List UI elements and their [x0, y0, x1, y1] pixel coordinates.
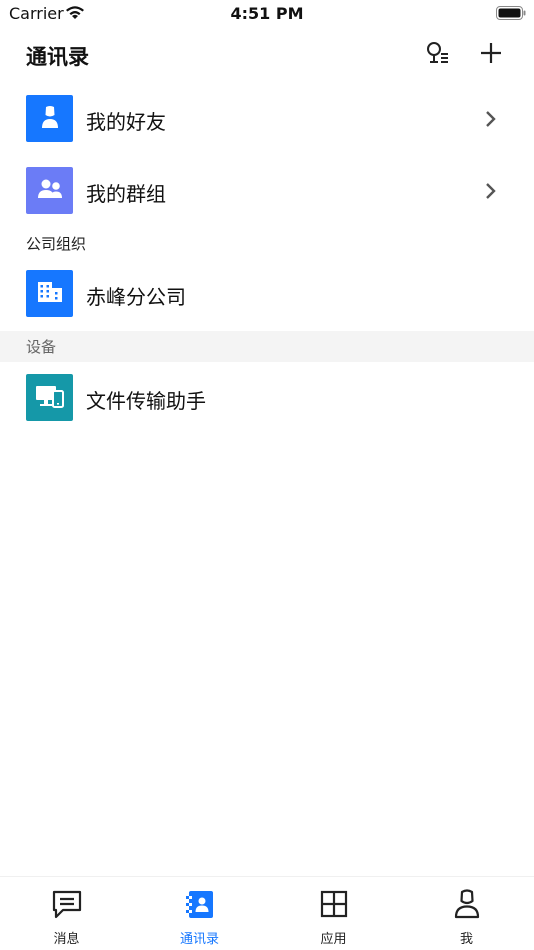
section-header-devices: 设备 — [0, 331, 534, 362]
friends-avatar — [26, 95, 73, 142]
battery-icon — [496, 6, 526, 25]
status-bar: Carrier 4:51 PM — [0, 0, 534, 30]
contacts-search-button[interactable] — [422, 40, 452, 70]
tab-label: 通讯录 — [179, 932, 219, 947]
org-branch-row[interactable]: 赤峰分公司 — [0, 264, 534, 324]
profile-icon — [450, 887, 484, 921]
friends-label: 我的好友 — [86, 110, 166, 134]
groups-label: 我的群组 — [86, 182, 166, 206]
section-header-label: 公司组织 — [26, 235, 87, 253]
devices-icon — [34, 383, 66, 413]
message-icon — [50, 887, 84, 921]
groups-avatar — [26, 167, 73, 214]
nav-bar: 通讯录 — [0, 30, 534, 80]
tab-messages[interactable]: 消息 — [0, 877, 133, 950]
chevron-right-icon — [484, 182, 498, 204]
contacts-icon — [183, 887, 217, 921]
groups-row[interactable]: 我的群组 — [0, 161, 534, 221]
tab-apps[interactable]: 应用 — [267, 877, 400, 950]
section-header-organization: 公司组织 — [0, 228, 534, 259]
tab-contacts[interactable]: 通讯录 — [133, 877, 266, 950]
person-icon — [37, 104, 63, 134]
plus-icon — [479, 41, 503, 69]
tab-label: 消息 — [53, 932, 80, 947]
file-transfer-avatar — [26, 374, 73, 421]
file-transfer-row[interactable]: 文件传输助手 — [0, 368, 534, 428]
section-header-label: 设备 — [26, 338, 57, 356]
contacts-search-icon — [424, 40, 450, 70]
branch-label: 赤峰分公司 — [86, 285, 186, 309]
status-time: 4:51 PM — [230, 4, 304, 23]
file-transfer-label: 文件传输助手 — [86, 389, 206, 413]
tab-bar: 消息 通讯录 应用 我 — [0, 876, 534, 950]
friends-row[interactable]: 我的好友 — [0, 89, 534, 149]
add-button[interactable] — [476, 40, 506, 70]
tab-me[interactable]: 我 — [400, 877, 533, 950]
apps-grid-icon — [317, 887, 351, 921]
tab-label: 我 — [459, 932, 473, 947]
page-title: 通讯录 — [26, 45, 89, 69]
branch-avatar — [26, 270, 73, 317]
building-icon — [36, 280, 64, 308]
group-icon — [35, 176, 65, 206]
tab-label: 应用 — [320, 932, 347, 947]
chevron-right-icon — [484, 110, 498, 132]
